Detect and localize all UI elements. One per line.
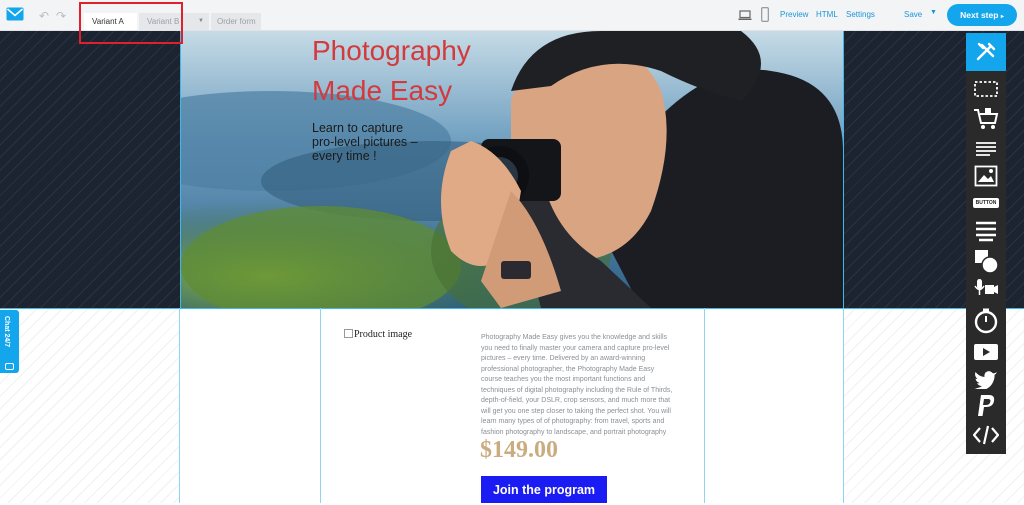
chevron-down-icon[interactable]: ▼ [198,13,204,30]
guide-line [179,308,180,503]
cart-icon[interactable] [966,105,1006,132]
video-icon[interactable] [966,338,1006,365]
hero-margin-left [0,31,181,308]
tab-label: Variant B [147,17,180,26]
join-program-button[interactable]: Join the program [481,476,607,503]
next-step-button[interactable]: Next step ▸ [947,4,1017,26]
hero-section[interactable]: Photography Made Easy Learn to capture p… [181,31,843,308]
product-image-alt: Product image [354,329,413,340]
hero-title-line: Photography [312,35,471,66]
tab-order-form[interactable]: Order form [211,13,261,30]
hero-subtitle-line: pro-level pictures – [312,135,418,149]
top-bar: ↶ ↷ Variant A Variant B ▼ Order form Prev… [0,0,1024,31]
undo-icon[interactable]: ↶ [39,9,49,23]
text-icon[interactable] [966,135,1006,162]
code-icon[interactable] [966,421,1006,448]
tab-label: Order form [217,17,256,26]
hero-subtitle-line: every time ! [312,149,377,163]
html-link[interactable]: HTML [816,10,838,19]
canvas-margin-left [0,308,180,503]
product-price[interactable]: $149.00 [480,437,558,464]
tab-variant-b[interactable]: Variant B ▼ [139,13,209,30]
twitter-icon[interactable] [966,365,1006,392]
broken-image-icon [344,329,353,338]
hero-title[interactable]: Photography Made Easy [312,31,512,111]
save-button[interactable]: Save [904,10,922,19]
product-image[interactable]: Product image [344,329,412,340]
settings-link[interactable]: Settings [846,10,875,19]
tools-icon[interactable] [966,33,1006,71]
image-icon[interactable] [966,162,1006,189]
preview-link[interactable]: Preview [780,10,808,19]
save-dropdown-icon[interactable]: ▼ [930,9,937,16]
hero-subtitle[interactable]: Learn to capture pro-level pictures – ev… [312,121,442,163]
button-tool-label: BUTTON [972,197,1000,208]
guide-line [843,308,844,503]
hero-subtitle-line: Learn to capture [312,121,404,135]
redo-icon[interactable]: ↷ [56,9,66,23]
guide-line [704,308,705,503]
hero-photo [181,31,843,308]
guide-line [320,308,321,503]
mobile-view-icon[interactable] [761,7,769,22]
form-icon[interactable] [966,217,1006,244]
timer-icon[interactable] [966,307,1006,334]
paypal-icon[interactable] [966,392,1006,419]
chat-bubble-icon [5,363,14,370]
tab-variant-a[interactable]: Variant A [84,13,137,30]
hero-title-line: Made Easy [312,75,453,106]
section-guide-line [0,308,1024,309]
section-icon[interactable] [966,75,1006,102]
tab-label: Variant A [92,17,124,26]
product-description[interactable]: Photography Made Easy gives you the know… [481,333,677,438]
element-toolbox: BUTTON [966,33,1006,454]
chat-tab[interactable]: Chat 24/7 [0,310,19,373]
shapes-icon[interactable] [966,247,1006,274]
media-icon[interactable] [966,275,1006,302]
chat-label: Chat 24/7 [3,316,10,348]
desktop-view-icon[interactable] [738,10,752,21]
logo-icon[interactable] [6,7,24,21]
button-icon[interactable]: BUTTON [966,189,1006,216]
chevron-right-icon: ▸ [1000,14,1004,20]
next-step-label: Next step [960,10,999,20]
